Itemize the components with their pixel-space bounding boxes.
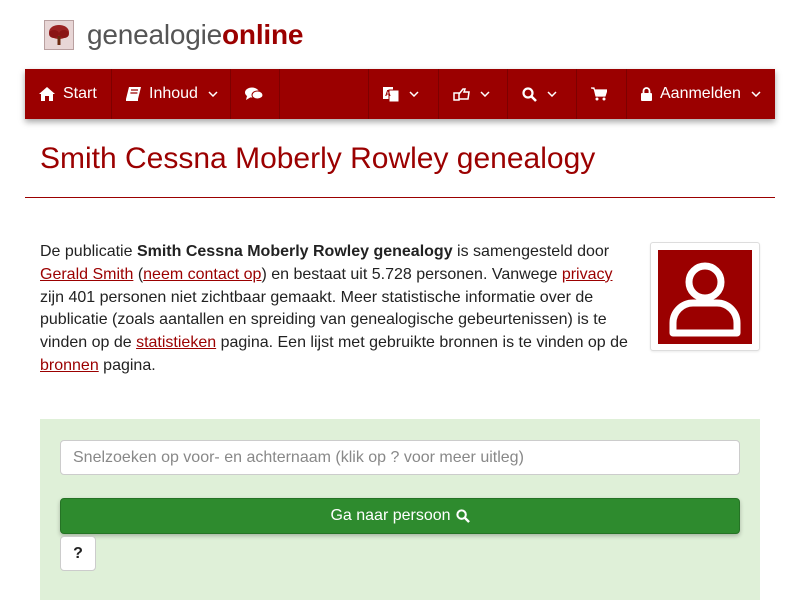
nav-cart[interactable] bbox=[577, 69, 627, 119]
search-help-button[interactable]: ? bbox=[60, 536, 96, 571]
home-icon bbox=[39, 87, 55, 101]
comments-icon bbox=[245, 87, 263, 101]
contact-link[interactable]: neem contact op bbox=[143, 266, 261, 283]
site-name: genealogieonline bbox=[87, 19, 303, 51]
intro-text: pagina. Een lijst met gebruikte bronnen … bbox=[216, 334, 628, 352]
cart-icon bbox=[591, 87, 607, 101]
chevron-down-icon bbox=[547, 91, 557, 97]
site-logo[interactable]: genealogieonline bbox=[44, 18, 303, 52]
search-icon bbox=[522, 86, 537, 102]
chevron-down-icon bbox=[409, 91, 419, 97]
quick-search-input[interactable] bbox=[60, 440, 740, 475]
intro-text: pagina. bbox=[98, 356, 156, 374]
go-to-person-label: Ga naar persoon bbox=[330, 507, 451, 524]
language-icon: A bbox=[383, 86, 399, 102]
site-name-part2: online bbox=[222, 19, 304, 50]
nav-inhoud-label: Inhoud bbox=[149, 85, 198, 102]
chevron-down-icon bbox=[208, 91, 218, 97]
nav-start[interactable]: Start bbox=[25, 69, 112, 119]
share-icon bbox=[453, 87, 470, 101]
title-divider bbox=[25, 197, 775, 198]
nav-spacer bbox=[280, 69, 369, 119]
book-icon bbox=[126, 87, 141, 101]
nav-language[interactable]: A bbox=[369, 69, 439, 119]
chevron-down-icon bbox=[480, 91, 490, 97]
site-name-part1: genealogie bbox=[87, 19, 223, 50]
intro-text: is samengesteld door bbox=[452, 243, 610, 260]
nav-start-label: Start bbox=[63, 85, 97, 102]
nav-chat[interactable] bbox=[231, 69, 280, 119]
intro-text: ( bbox=[133, 265, 144, 283]
publication-name: Smith Cessna Moberly Rowley genealogy bbox=[136, 243, 453, 260]
privacy-link[interactable]: privacy bbox=[562, 266, 613, 283]
intro-text: De publicatie bbox=[40, 243, 137, 260]
nav-inhoud[interactable]: Inhoud bbox=[112, 69, 231, 119]
intro-text: ) en bestaat uit 5.728 personen. Vanwege bbox=[261, 265, 562, 283]
go-to-person-button[interactable]: Ga naar persoon bbox=[60, 498, 740, 534]
lock-icon bbox=[641, 87, 652, 101]
chevron-down-icon bbox=[751, 91, 761, 97]
nav-login[interactable]: Aanmelden bbox=[627, 69, 775, 119]
publication-description: De publicatie Smith Cessna Moberly Rowle… bbox=[40, 241, 632, 378]
tree-icon bbox=[44, 20, 74, 50]
statistics-link[interactable]: statistieken bbox=[136, 334, 216, 351]
nav-share[interactable] bbox=[439, 69, 508, 119]
page-title: Smith Cessna Moberly Rowley genealogy bbox=[40, 142, 596, 175]
nav-login-label: Aanmelden bbox=[660, 85, 741, 102]
quick-search-panel: Ga naar persoon ? bbox=[40, 419, 760, 600]
author-link[interactable]: Gerald Smith bbox=[40, 266, 133, 283]
search-icon bbox=[455, 509, 470, 523]
svg-text:A: A bbox=[385, 89, 391, 98]
main-navbar: Start Inhoud A Aanmelden bbox=[25, 69, 775, 119]
author-avatar[interactable] bbox=[650, 242, 760, 351]
user-icon bbox=[658, 250, 752, 344]
nav-search[interactable] bbox=[508, 69, 577, 119]
sources-link[interactable]: bronnen bbox=[40, 357, 99, 374]
